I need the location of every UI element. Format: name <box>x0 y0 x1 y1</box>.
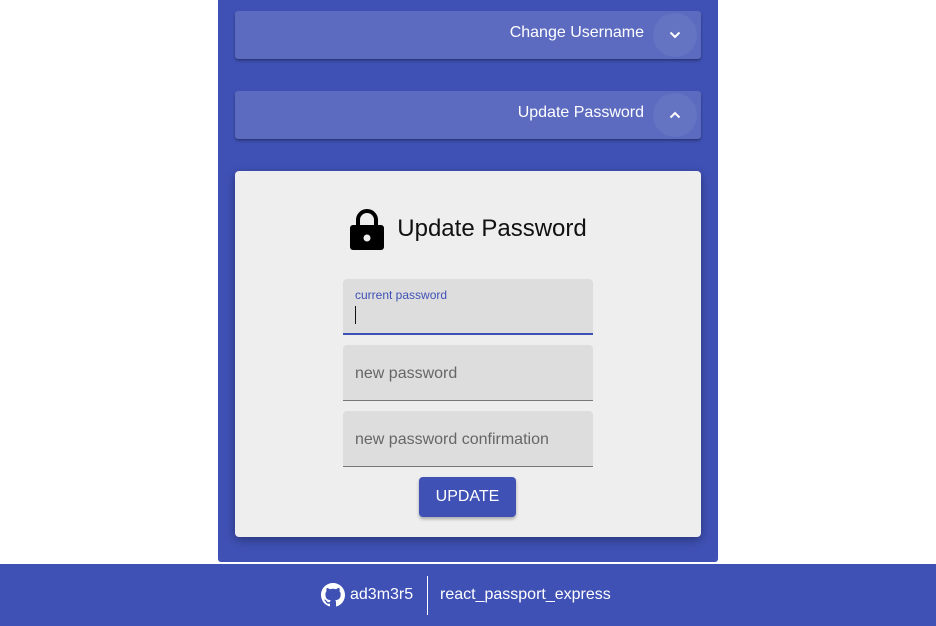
footer-divider <box>427 576 428 615</box>
update-password-card: Update Password current password new pas… <box>235 171 701 537</box>
update-password-accordion[interactable]: Update Password <box>235 91 701 139</box>
change-username-label: Change Username <box>509 24 644 41</box>
collapse-toggle[interactable] <box>653 93 697 137</box>
expand-toggle[interactable] <box>653 13 697 57</box>
update-password-label: Update Password <box>517 104 644 121</box>
chevron-up-icon <box>669 111 681 119</box>
current-password-field[interactable]: current password <box>343 279 593 335</box>
change-username-accordion[interactable]: Change Username <box>235 11 701 59</box>
chevron-down-icon <box>669 31 681 39</box>
github-user-link[interactable]: ad3m3r5 <box>321 564 413 626</box>
new-password-confirmation-field[interactable]: new password confirmation <box>343 411 593 467</box>
repo-link[interactable]: react_passport_express <box>440 564 611 626</box>
new-password-confirmation-placeholder: new password confirmation <box>355 431 549 448</box>
update-button[interactable]: UPDATE <box>419 477 516 517</box>
new-password-placeholder: new password <box>355 365 458 382</box>
lock-icon <box>350 209 385 250</box>
new-password-field[interactable]: new password <box>343 345 593 401</box>
card-title: Update Password <box>397 215 587 242</box>
github-icon <box>321 583 345 607</box>
text-cursor <box>355 306 356 324</box>
settings-column: Change Username Update Password Update P… <box>218 0 718 562</box>
github-username: ad3m3r5 <box>350 586 414 603</box>
footer: ad3m3r5 react_passport_express <box>0 564 936 626</box>
card-header: Update Password <box>235 207 701 251</box>
current-password-label: current password <box>355 288 448 302</box>
